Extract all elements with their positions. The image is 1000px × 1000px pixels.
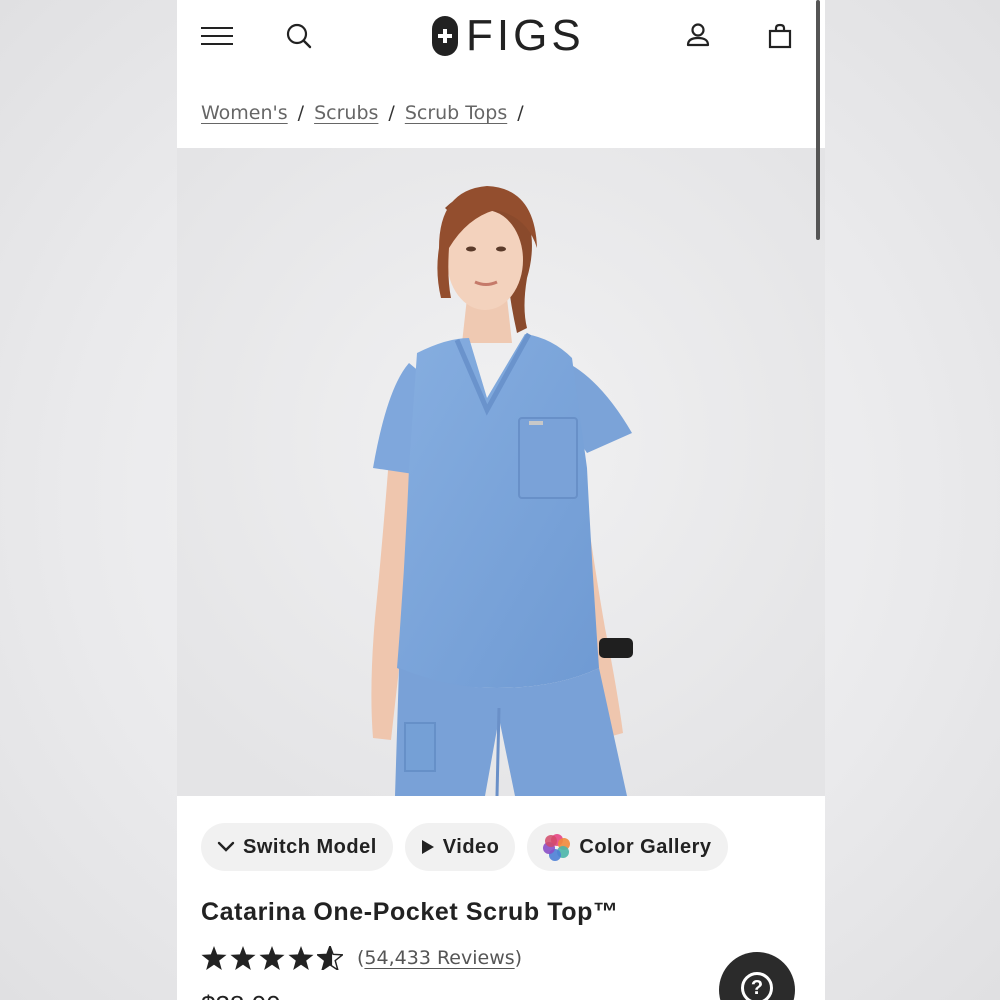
reviews-count: 54,433 Reviews [364, 947, 515, 969]
page-scrollbar[interactable] [816, 0, 820, 240]
star-icon [259, 946, 285, 970]
breadcrumb-separator: / [517, 102, 524, 124]
help-chat-button[interactable]: ? [719, 952, 795, 1000]
switch-model-button[interactable]: Switch Model [201, 823, 393, 871]
product-image-carousel[interactable] [177, 148, 825, 796]
color-gallery-button[interactable]: Color Gallery [527, 823, 728, 871]
logo-mark-icon [432, 16, 458, 56]
star-rating [201, 946, 343, 970]
star-icon [288, 946, 314, 970]
chevron-down-icon [217, 841, 235, 852]
account-icon[interactable] [683, 22, 713, 50]
breadcrumb-scrub-tops[interactable]: Scrub Tops [405, 102, 507, 124]
video-button[interactable]: Video [404, 823, 516, 871]
media-action-pills: Switch Model Video Color Gallery [201, 823, 728, 871]
figs-logo[interactable]: FIGS [432, 14, 585, 58]
switch-model-label: Switch Model [243, 835, 377, 858]
reviews-link[interactable]: (54,433 Reviews) [357, 947, 522, 969]
breadcrumb-womens[interactable]: Women's [201, 102, 288, 124]
site-header: FIGS [177, 0, 825, 72]
breadcrumb: Women's / Scrubs / Scrub Tops / [201, 102, 534, 124]
breadcrumb-separator: / [297, 102, 305, 124]
play-icon [421, 840, 434, 854]
color-wheel-icon [543, 834, 571, 861]
color-gallery-label: Color Gallery [579, 835, 712, 858]
star-icon [230, 946, 256, 970]
question-mark-icon: ? [741, 972, 773, 1000]
breadcrumb-separator: / [388, 102, 395, 124]
half-star-icon [317, 946, 343, 970]
star-icon [201, 946, 227, 970]
logo-text: FIGS [466, 11, 585, 60]
product-title: Catarina One-Pocket Scrub Top™ [201, 898, 619, 926]
product-price: $38.00 [201, 990, 281, 1000]
search-icon[interactable] [285, 22, 313, 50]
bag-icon[interactable] [766, 22, 794, 50]
product-photo [177, 148, 825, 796]
menu-icon[interactable] [201, 27, 233, 45]
product-rating: (54,433 Reviews) [201, 946, 522, 970]
phone-screen: FIGS Women's / Scrubs / Scrub Tops / Swi… [177, 0, 825, 1000]
video-label: Video [442, 835, 500, 858]
breadcrumb-scrubs[interactable]: Scrubs [314, 102, 378, 124]
